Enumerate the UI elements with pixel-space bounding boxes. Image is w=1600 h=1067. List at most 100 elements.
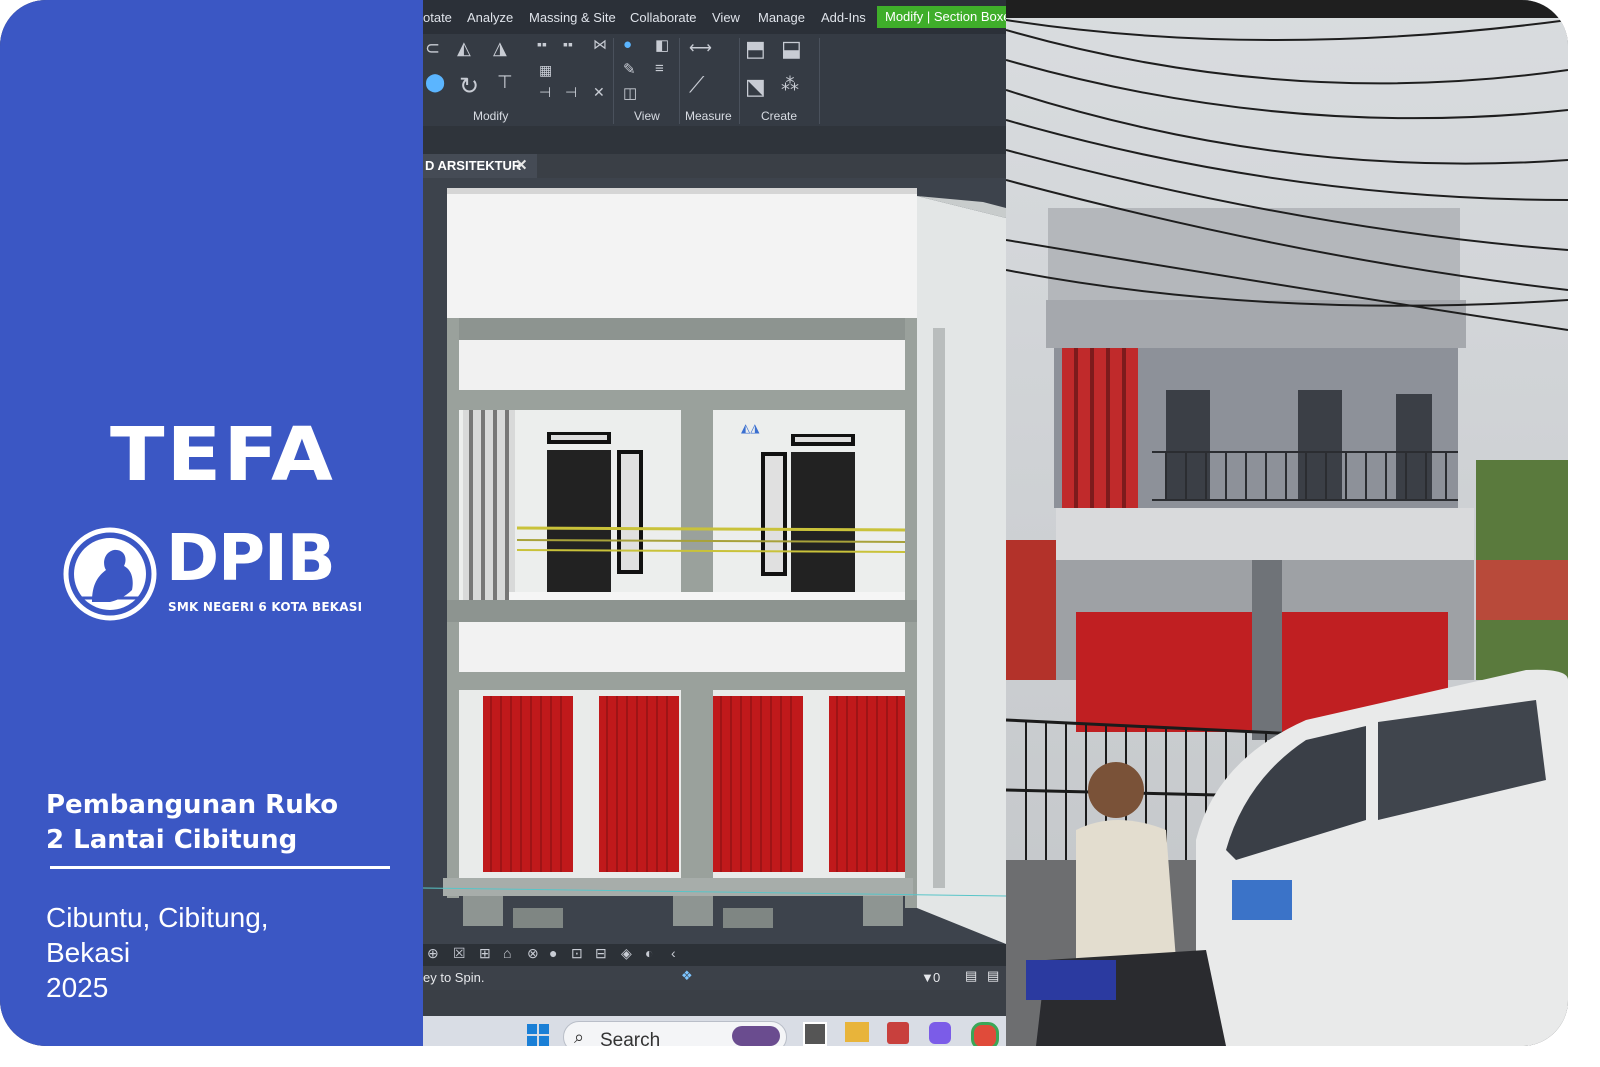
tefa-title: TEFA xyxy=(110,412,336,498)
snipping-tool-icon[interactable] xyxy=(887,1022,909,1044)
trim-icon[interactable]: ⊤ xyxy=(497,72,513,93)
selection-filter-icon[interactable]: ▼ xyxy=(921,970,934,985)
properties-icon[interactable]: ▤ xyxy=(965,968,977,984)
pin-icon[interactable]: ⋈ xyxy=(593,36,607,53)
unpin-icon[interactable]: ⊣ xyxy=(565,84,577,101)
divider xyxy=(50,866,390,869)
logo-emblem xyxy=(63,527,157,621)
site-photo xyxy=(1006,0,1568,1046)
filter-list-icon[interactable]: ▤ xyxy=(987,968,999,984)
tab-manage[interactable]: Manage xyxy=(758,10,805,25)
mirror-draw-icon[interactable]: ◮ xyxy=(493,38,507,59)
lightbulb-icon[interactable]: ● xyxy=(623,36,632,53)
ribbon-panel: ⊂ ◭ ◮ ▪▪ ▪▪ ⋈ ⬤ ↻ ⊤ ▦ ⊣ ⊣ ✕ Modify ● ◧ ✎… xyxy=(423,34,1006,127)
status-text: ey to Spin. xyxy=(423,970,485,985)
render-icon[interactable]: ● xyxy=(549,945,557,961)
view-control-bar: ⊕ ☒ ⊞ ⌂ ⊗ ● ⊡ ⊟ ◈ ◐ ‹ xyxy=(423,944,1006,966)
split-icon[interactable]: ▪▪ xyxy=(563,36,573,52)
tab-view[interactable]: View xyxy=(712,10,740,25)
create-similar-icon[interactable]: ⁂ xyxy=(781,74,799,95)
door-right xyxy=(791,452,855,598)
info-panel: TEFA DPIB SMK NEGERI 6 KOTA BEKASI Pemba… xyxy=(0,0,423,1046)
group-label-view: View xyxy=(634,109,660,123)
task-view-icon[interactable] xyxy=(803,1022,827,1046)
group-separator xyxy=(679,38,680,124)
options-bar xyxy=(423,126,1006,154)
tab-massing-site[interactable]: Massing & Site xyxy=(529,10,616,25)
offset-icon[interactable]: ⊂ xyxy=(425,38,440,59)
reveal-icon[interactable]: ◐ xyxy=(645,945,653,961)
revit-screenshot: otate Analyze Massing & Site Collaborate… xyxy=(423,0,1006,1046)
lock-view-icon[interactable]: ⊟ xyxy=(595,945,607,962)
group-separator xyxy=(819,38,820,124)
project-title-line1: Pembangunan Ruko xyxy=(46,790,339,820)
project-title: Pembangunan Ruko 2 Lantai Cibitung xyxy=(46,788,338,858)
tab-add-ins[interactable]: Add-Ins xyxy=(821,10,866,25)
shutter-left-photo xyxy=(1076,612,1252,732)
3d-viewport[interactable]: ◭◮ xyxy=(423,178,1006,944)
ribbon-tabs: otate Analyze Massing & Site Collaborate… xyxy=(423,0,1006,34)
view-tab[interactable]: D ARSITEKTUR ✕ xyxy=(423,154,537,178)
side-column xyxy=(933,328,945,888)
status-bar: ey to Spin. ❖ ▼ 0 ▤ ▤ xyxy=(423,966,1006,990)
file-explorer-icon[interactable] xyxy=(845,1022,869,1042)
door-left xyxy=(547,450,611,598)
group-label-create: Create xyxy=(761,109,798,123)
measure-icon[interactable]: ⟷ xyxy=(689,38,712,58)
shadows-icon[interactable]: ⊗ xyxy=(527,945,539,962)
detail-level-icon[interactable]: ☒ xyxy=(453,945,466,962)
selection-count: 0 xyxy=(933,970,941,985)
align-icon[interactable]: ▪▪ xyxy=(537,36,547,52)
card: TEFA DPIB SMK NEGERI 6 KOTA BEKASI Pemba… xyxy=(0,0,1568,1046)
hide-icon[interactable]: ◫ xyxy=(623,84,637,102)
worksets-icon[interactable]: ❖ xyxy=(681,968,693,984)
tab-rotate[interactable]: otate xyxy=(423,10,452,25)
group-label-modify: Modify xyxy=(473,109,509,123)
tab-collaborate[interactable]: Collaborate xyxy=(630,10,697,25)
create-assembly-icon[interactable]: ⬓ xyxy=(781,36,802,62)
view-tab-label: D ARSITEKTUR xyxy=(425,158,522,173)
sun-path-icon[interactable]: ⌂ xyxy=(503,945,511,961)
crop-icon[interactable]: ⊡ xyxy=(571,945,583,962)
visual-style-icon[interactable]: ⊞ xyxy=(479,945,491,962)
scale-icon[interactable]: ⊕ xyxy=(427,945,439,962)
project-year: 2025 xyxy=(46,972,109,1003)
windows-start-icon[interactable] xyxy=(527,1024,549,1046)
second-floor-beam xyxy=(447,390,917,410)
group-separator xyxy=(739,38,740,124)
create-parts-icon[interactable]: ⬒ xyxy=(745,36,766,62)
taskbar-search[interactable]: ⌕ Search xyxy=(563,1021,787,1046)
tab-modify-section-boxes[interactable]: Modify | Section Boxes xyxy=(877,6,1006,28)
mirror-axis-icon[interactable]: ◭ xyxy=(457,38,471,59)
project-location: Cibuntu, Cibitung, Bekasi 2025 xyxy=(46,900,269,1005)
filter-icon[interactable]: ≡ xyxy=(655,60,664,77)
dimension-icon[interactable]: ⟋ xyxy=(689,72,704,98)
school-name: SMK NEGERI 6 KOTA BEKASI xyxy=(168,600,363,614)
search-icon: ⌕ xyxy=(574,1027,585,1046)
hide-isolate-icon[interactable]: ◈ xyxy=(621,945,632,962)
rotate-icon[interactable]: ↻ xyxy=(459,72,479,101)
location-line1: Cibuntu, Cibitung, xyxy=(46,902,269,933)
red-fins xyxy=(1062,348,1138,508)
array-icon[interactable]: ▦ xyxy=(539,62,552,79)
location-line2: Bekasi xyxy=(46,937,131,968)
tab-analyze[interactable]: Analyze xyxy=(467,10,513,25)
dpib-title: DPIB xyxy=(166,522,336,596)
collapse-icon[interactable]: ‹ xyxy=(671,945,676,961)
delete-icon[interactable]: ✕ xyxy=(593,84,605,101)
create-group-icon[interactable]: ⬔ xyxy=(745,74,766,100)
scale-icon[interactable]: ⊣ xyxy=(539,84,551,101)
cube-icon[interactable]: ◧ xyxy=(655,36,669,54)
move-icon[interactable]: ⬤ xyxy=(425,72,445,93)
chrome-icon[interactable] xyxy=(971,1022,999,1046)
project-title-line2: 2 Lantai Cibitung xyxy=(46,825,298,855)
close-icon[interactable]: ✕ xyxy=(515,154,528,178)
windows-taskbar: ⌕ Search xyxy=(423,1016,1006,1046)
copilot-icon[interactable] xyxy=(929,1022,951,1044)
svg-text:◭◮: ◭◮ xyxy=(741,421,760,435)
search-highlight-icon xyxy=(732,1026,780,1046)
rider xyxy=(1088,762,1144,818)
group-separator xyxy=(613,38,614,124)
first-floor-beam xyxy=(447,600,917,622)
paint-icon[interactable]: ✎ xyxy=(623,60,636,78)
